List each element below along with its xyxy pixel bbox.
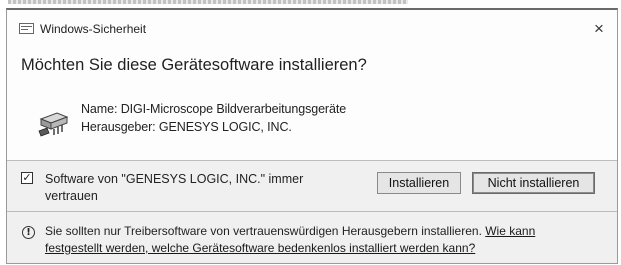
info-text: Sie sollten nur Treibersoftware von vert… (45, 224, 486, 238)
install-button[interactable]: Installieren (377, 172, 461, 194)
device-publisher: Herausgeber: GENESYS LOGIC, INC. (81, 120, 292, 134)
title-bar: Windows-Sicherheit × (7, 10, 617, 44)
window-title: Windows-Sicherheit (40, 22, 147, 36)
window-icon (19, 23, 34, 34)
device-name: Name: DIGI-Microscope Bildverarbeitungsg… (81, 102, 347, 116)
trust-checkbox[interactable]: ✓ (21, 172, 33, 184)
device-driver-icon (38, 112, 69, 137)
divider-top (7, 160, 617, 161)
info-shield-icon: ! (22, 226, 35, 239)
info-message: Sie sollten nur Treibersoftware von vert… (45, 223, 585, 257)
prompt-heading: Möchten Sie diese Gerätesoftware install… (21, 56, 367, 74)
trust-checkbox-label[interactable]: Software von "GENESYS LOGIC, INC." immer… (45, 171, 345, 205)
divider-bottom (7, 211, 617, 212)
close-button[interactable]: × (587, 18, 611, 40)
security-dialog: Windows-Sicherheit × Möchten Sie diese G… (6, 8, 618, 264)
dont-install-button[interactable]: Nicht installieren (472, 172, 595, 194)
background-window-edge (8, 0, 408, 4)
